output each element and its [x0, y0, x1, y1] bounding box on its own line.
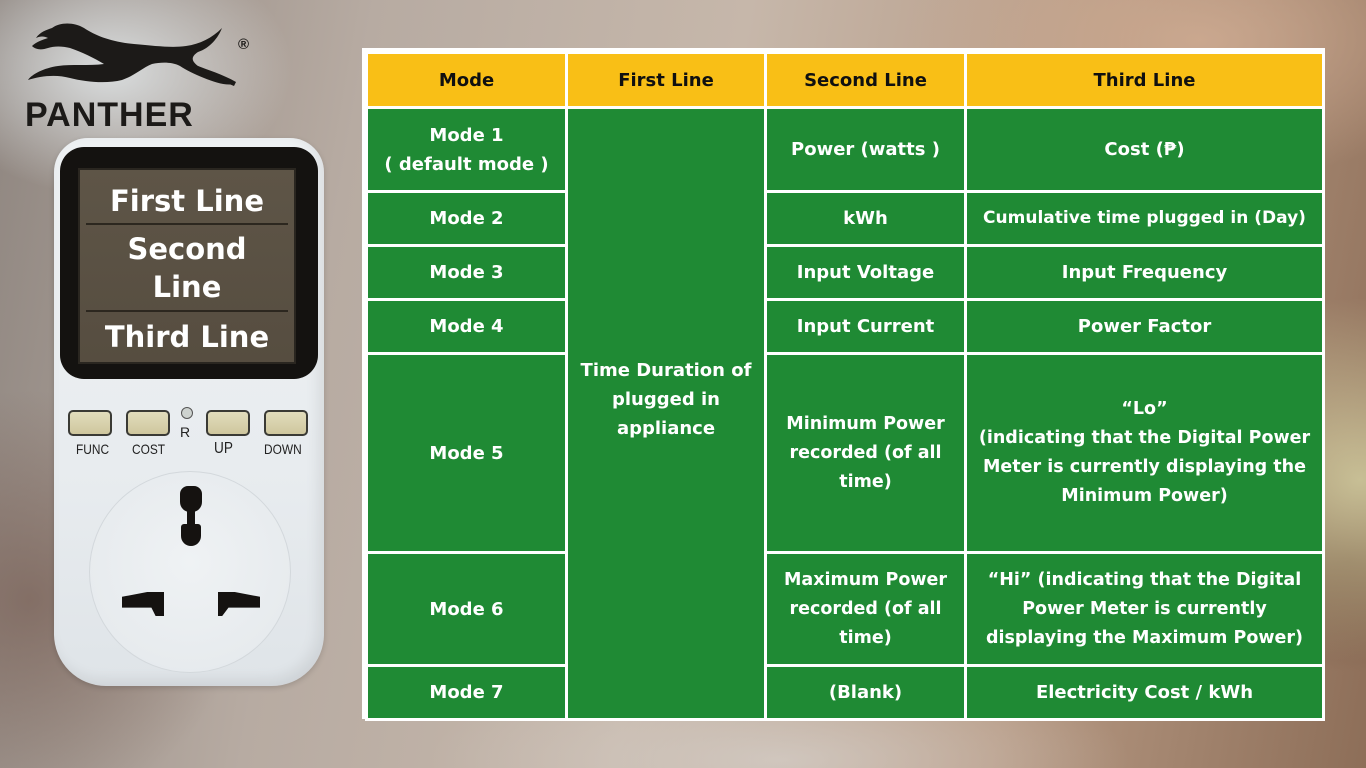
- first-line-shared-cell: Time Duration of plugged in appliance: [565, 106, 767, 721]
- table-row: Mode 6 Maximum Power recorded (of all ti…: [365, 551, 1325, 667]
- second-line-cell: Maximum Power recorded (of all time): [764, 551, 967, 667]
- mode-cell: Mode 2: [365, 190, 568, 247]
- table-header-row: Mode First Line Second Line Third Line: [365, 51, 1325, 109]
- third-line-cell: Electricity Cost / kWh: [964, 664, 1325, 721]
- socket-earth-base: [181, 524, 201, 546]
- first-line-value: Time Duration of plugged in appliance: [580, 360, 752, 439]
- modes-table: Mode First Line Second Line Third Line M…: [365, 51, 1325, 721]
- table-row: Mode 4 Input Current Power Factor: [365, 298, 1325, 355]
- brand-name: PANTHER: [25, 96, 194, 134]
- universal-socket-icon: [89, 471, 291, 673]
- mode-cell: Mode 4: [365, 298, 568, 355]
- up-button[interactable]: [206, 410, 250, 436]
- lcd-first-line: First Line: [109, 184, 264, 218]
- cost-label: COST: [132, 441, 166, 457]
- mode-cell: Mode 6: [365, 551, 568, 667]
- table-row: Mode 5 Minimum Power recorded (of all ti…: [365, 352, 1325, 554]
- socket-left-hole: [122, 592, 164, 616]
- reset-button[interactable]: [181, 407, 193, 419]
- lcd-third-line: Third Line: [104, 320, 270, 354]
- mode-cell: Mode 3: [365, 244, 568, 301]
- mode-cell: Mode 1 ( default mode ): [365, 106, 568, 193]
- table-row: Mode 3 Input Voltage Input Frequency: [365, 244, 1325, 301]
- down-button[interactable]: [264, 410, 308, 436]
- mode-cell: Mode 7: [365, 664, 568, 721]
- socket-right-hole: [218, 592, 260, 616]
- lcd-display: First Line Second Line Third Line: [78, 168, 296, 364]
- third-line-cell: Input Frequency: [964, 244, 1325, 301]
- second-line-cell: (Blank): [764, 664, 967, 721]
- header-second-line: Second Line: [764, 51, 967, 109]
- table-row: Mode 2 kWh Cumulative time plugged in (D…: [365, 190, 1325, 247]
- table-row: Mode 1 ( default mode ) Time Duration of…: [365, 106, 1325, 721]
- func-button[interactable]: [68, 410, 112, 436]
- down-label: DOWN: [264, 441, 302, 457]
- registered-mark: ®: [238, 36, 250, 53]
- second-line-cell: Input Voltage: [764, 244, 967, 301]
- up-label: UP: [214, 440, 233, 457]
- cost-button[interactable]: [126, 410, 170, 436]
- third-line-cell: Cost (₱): [964, 106, 1325, 193]
- header-first-line: First Line: [565, 51, 767, 109]
- table-row: Mode 7 (Blank) Electricity Cost / kWh: [365, 664, 1325, 721]
- header-mode: Mode: [365, 51, 568, 109]
- power-meter-device: First Line Second Line Third Line R FUNC…: [54, 138, 324, 686]
- second-line-cell: Power (watts ): [764, 106, 967, 193]
- reset-label: R: [180, 424, 191, 440]
- mode-cell: Mode 5: [365, 352, 568, 554]
- brand-logo: ® PANTHER: [22, 16, 249, 134]
- third-line-cell: “Lo” (indicating that the Digital Power …: [964, 352, 1325, 554]
- second-line-cell: kWh: [764, 190, 967, 247]
- second-line-cell: Minimum Power recorded (of all time): [764, 352, 967, 554]
- lcd-second-line-part1: Second: [127, 232, 247, 266]
- third-line-title: “Lo”: [1121, 399, 1168, 419]
- second-line-cell: Input Current: [764, 298, 967, 355]
- third-line-cell: Cumulative time plugged in (Day): [964, 190, 1325, 247]
- func-label: FUNC: [76, 441, 110, 457]
- third-line-cell: “Hi” (indicating that the Digital Power …: [964, 551, 1325, 667]
- modes-table-container: Mode First Line Second Line Third Line M…: [362, 48, 1325, 721]
- lcd-separator: [86, 310, 288, 312]
- third-line-description: (indicating that the Digital Power Meter…: [978, 428, 1311, 506]
- leaping-panther-icon: [28, 23, 236, 86]
- lcd-separator: [86, 223, 288, 225]
- mode-label: Mode 1: [429, 124, 504, 146]
- header-third-line: Third Line: [964, 51, 1325, 109]
- lcd-second-line-part2: Line: [152, 270, 222, 304]
- mode-note: ( default mode ): [384, 153, 549, 175]
- third-line-cell: Power Factor: [964, 298, 1325, 355]
